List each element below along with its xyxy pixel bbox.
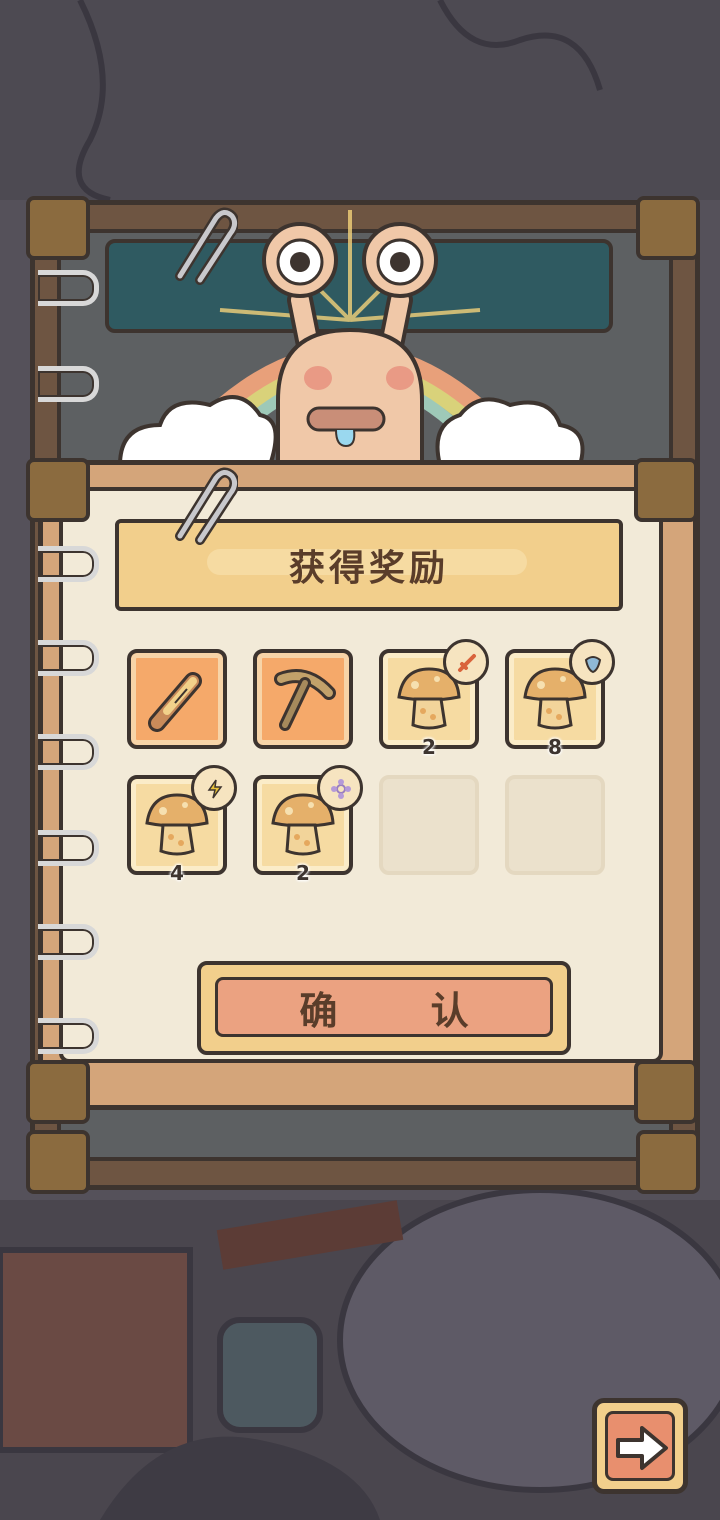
reward-quantity: 2 (296, 861, 310, 885)
corner-bracket (634, 1060, 698, 1124)
corner-bracket (26, 1060, 90, 1124)
binder-ring (38, 640, 99, 676)
paper-clip-icon (175, 207, 238, 285)
corn-cob-icon (148, 672, 202, 732)
reward-dialog: 获得奖励 2 8 4 2 确 认 (38, 460, 698, 1110)
reward-quantity: 8 (548, 735, 562, 759)
reward-quantity: 2 (422, 735, 436, 759)
corner-bracket (636, 196, 700, 260)
shield-badge-icon (569, 639, 615, 685)
pickaxe-icon (274, 669, 336, 731)
arrow-right-icon (616, 1426, 668, 1470)
paper-clip-icon (175, 467, 238, 545)
empty-reward-slot (505, 775, 605, 875)
corner-bracket (636, 1130, 700, 1194)
confirm-label: 确 认 (299, 988, 509, 1033)
reward-slot[interactable]: 8 (505, 639, 615, 759)
reward-slot[interactable]: 4 (127, 765, 237, 885)
reward-slot[interactable] (127, 649, 227, 749)
sword-badge-icon (443, 639, 489, 685)
confirm-button[interactable]: 确 认 (197, 961, 571, 1055)
reward-slot[interactable]: 2 (253, 765, 363, 885)
corner-bracket (26, 1130, 90, 1194)
corner-bracket (26, 458, 90, 522)
binder-ring (38, 546, 99, 582)
binder-ring (38, 270, 99, 306)
corner-bracket (26, 196, 90, 260)
reward-slot[interactable] (253, 649, 353, 749)
empty-reward-slot (379, 775, 479, 875)
reward-paper: 获得奖励 2 8 4 2 确 认 (59, 487, 663, 1063)
binder-ring (38, 924, 99, 960)
reward-quantity: 4 (170, 861, 184, 885)
lightning-badge-icon (191, 765, 237, 811)
binder-ring (38, 734, 99, 770)
corner-bracket (634, 458, 698, 522)
binder-ring (38, 1018, 99, 1054)
dialog-title: 获得奖励 (288, 548, 449, 589)
binder-ring (38, 366, 99, 402)
flower-badge-icon (317, 765, 363, 811)
next-button[interactable] (592, 1398, 688, 1494)
reward-slot[interactable]: 2 (379, 639, 489, 759)
binder-ring (38, 830, 99, 866)
